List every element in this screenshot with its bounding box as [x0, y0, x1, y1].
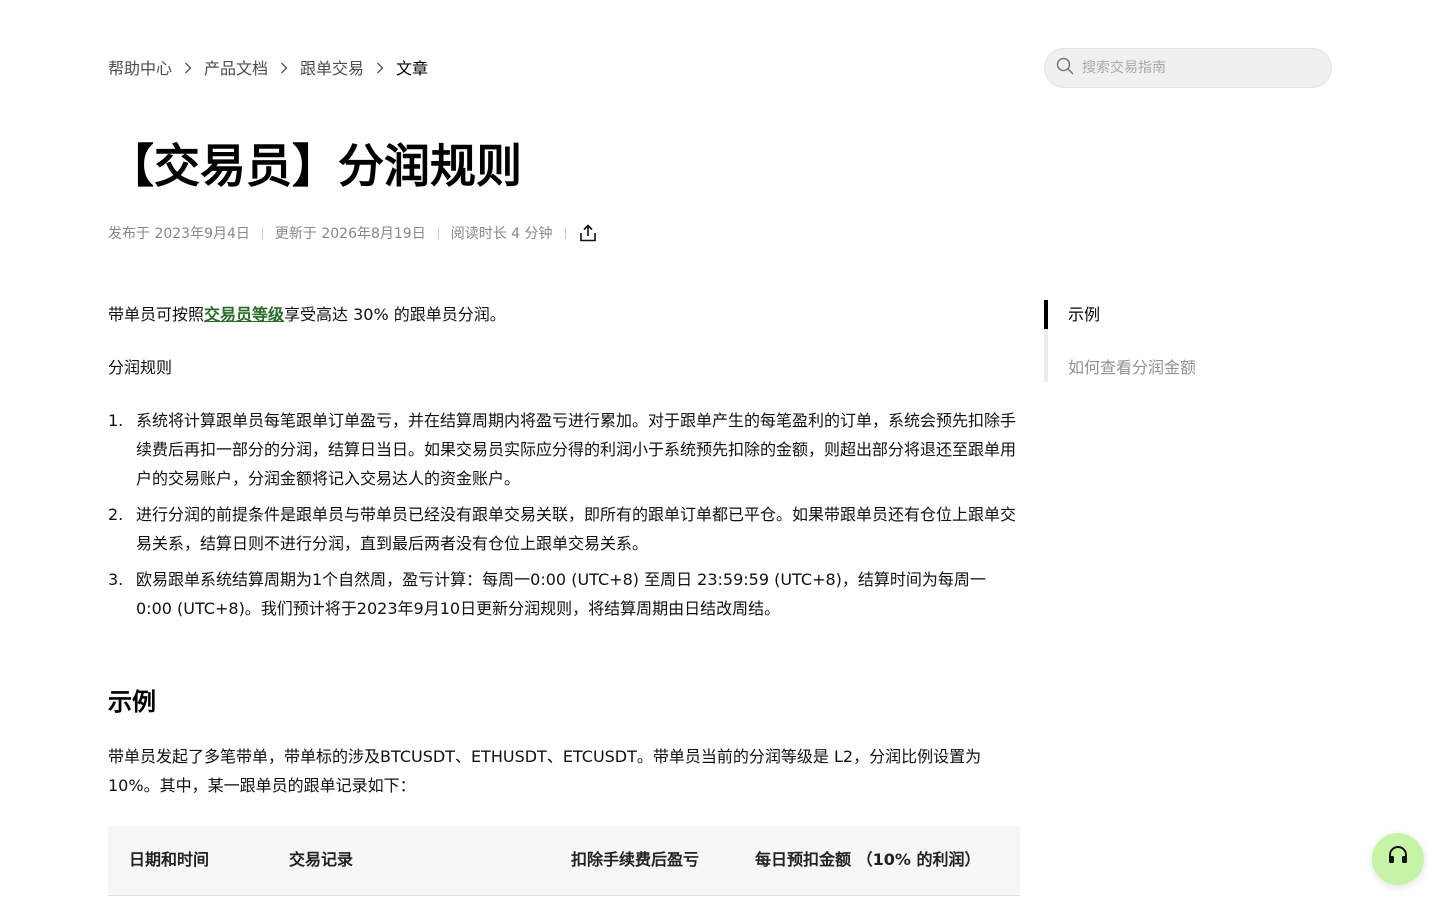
chevron-right-icon [172, 58, 204, 77]
published-date: 发布于 2023年9月4日 [108, 226, 250, 242]
list-item: 2. 进行分润的前提条件是跟单员与带单员已经没有跟单交易关联，即所有的跟单订单都已… [108, 500, 1020, 558]
table-of-contents: 示例 如何查看分润金额 [1044, 300, 1344, 406]
meta-divider [437, 227, 439, 239]
headset-icon [1387, 846, 1409, 872]
table-header-pnl: 扣除手续费后盈亏 [571, 850, 700, 869]
share-icon[interactable] [579, 224, 596, 242]
chevron-right-icon [268, 58, 300, 77]
article-body: 带单员可按照交易员等级享受高达 30% 的跟单员分润。 分润规则 1. 系统将计算… [108, 300, 1020, 630]
toc-item-example[interactable]: 示例 [1044, 300, 1344, 353]
page-title: 【交易员】分润规则 [108, 139, 522, 193]
list-item: 3. 欧易跟单系统结算周期为1个自然周，盈亏计算：每周一0:00 (UTC+8) … [108, 565, 1020, 623]
list-item: 1. 系统将计算跟单员每笔跟单订单盈亏，并在结算周期内将盈亏进行累加。对于跟单产生… [108, 406, 1020, 493]
intro-paragraph: 带单员可按照交易员等级享受高达 30% 的跟单员分润。 [108, 300, 1020, 329]
support-button[interactable] [1372, 833, 1424, 885]
meta-divider [564, 227, 566, 239]
breadcrumb-product-docs[interactable]: 产品文档 [204, 55, 268, 79]
list-text: 进行分润的前提条件是跟单员与带单员已经没有跟单交易关联，即所有的跟单订单都已平仓… [136, 505, 1017, 553]
rules-list: 1. 系统将计算跟单员每笔跟单订单盈亏，并在结算周期内将盈亏进行累加。对于跟单产生… [108, 406, 1020, 623]
intro-text: 带单员可按照 [108, 305, 205, 324]
updated-date: 更新于 2026年8月19日 [274, 226, 426, 242]
trader-level-link[interactable]: 交易员等级 [204, 305, 284, 324]
toc-item-view-profit[interactable]: 如何查看分润金额 [1044, 353, 1344, 406]
table-header-withholding: 每日预扣金额 （10% 的利润） [755, 850, 981, 869]
search-icon [1056, 57, 1074, 79]
breadcrumb-current: 文章 [396, 59, 429, 78]
search-box[interactable] [1044, 48, 1332, 88]
example-heading: 示例 [108, 688, 156, 716]
breadcrumb-copy-trading[interactable]: 跟单交易 [300, 55, 364, 79]
reading-time: 阅读时长 4 分钟 [450, 226, 553, 242]
table-header-trades: 交易记录 [289, 850, 354, 869]
breadcrumb: 帮助中心 产品文档 跟单交易 文章 [108, 56, 428, 78]
rules-heading: 分润规则 [108, 358, 173, 377]
article-meta: 发布于 2023年9月4日 更新于 2026年8月19日 阅读时长 4 分钟 [108, 222, 596, 244]
table-header-datetime: 日期和时间 [129, 850, 210, 869]
list-text: 系统将计算跟单员每笔跟单订单盈亏，并在结算周期内将盈亏进行累加。对于跟单产生的每… [136, 411, 1017, 488]
intro-text-end: 享受高达 30% 的跟单员分润。 [284, 305, 506, 324]
breadcrumb-help-center[interactable]: 帮助中心 [108, 55, 172, 79]
profit-table-header: 日期和时间 交易记录 扣除手续费后盈亏 每日预扣金额 （10% 的利润） [108, 826, 1020, 896]
chevron-right-icon [364, 58, 396, 77]
list-number: 1. [108, 411, 124, 430]
list-number: 3. [108, 570, 124, 589]
list-text: 欧易跟单系统结算周期为1个自然周，盈亏计算：每周一0:00 (UTC+8) 至周… [136, 570, 986, 618]
meta-divider [261, 227, 263, 239]
search-input[interactable] [1082, 60, 1312, 76]
list-number: 2. [108, 505, 124, 524]
example-paragraph: 带单员发起了多笔带单，带单标的涉及BTCUSDT、ETHUSDT、ETCUSDT… [108, 747, 982, 795]
